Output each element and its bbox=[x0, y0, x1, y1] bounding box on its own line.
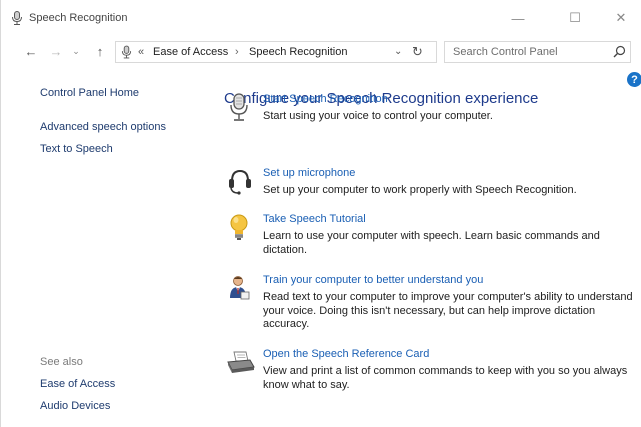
printer-icon bbox=[227, 351, 255, 373]
headset-icon bbox=[229, 169, 251, 195]
open-speech-reference-card-link[interactable]: Open the Speech Reference Card bbox=[263, 348, 429, 360]
task-description: View and print a list of common commands… bbox=[263, 365, 628, 391]
close-button[interactable]: ✕ bbox=[606, 6, 636, 30]
forward-button[interactable]: → bbox=[48, 42, 64, 60]
audio-devices-link[interactable]: Audio Devices bbox=[40, 400, 110, 412]
advanced-speech-options-link[interactable]: Advanced speech options bbox=[40, 121, 166, 133]
help-icon[interactable]: ? bbox=[627, 72, 641, 87]
window-title: Speech Recognition bbox=[29, 12, 128, 24]
title-bar: Speech Recognition — ☐ ✕ bbox=[1, 0, 641, 34]
start-speech-recognition-link[interactable]: Start Speech Recognition bbox=[263, 93, 388, 105]
breadcrumb-speech-recognition[interactable]: Speech Recognition bbox=[249, 46, 347, 58]
take-speech-tutorial-link[interactable]: Take Speech Tutorial bbox=[263, 213, 366, 225]
task-description: Learn to use your computer with speech. … bbox=[263, 230, 600, 256]
ease-of-access-link[interactable]: Ease of Access bbox=[40, 378, 115, 390]
task-description: Set up your computer to work properly wi… bbox=[263, 184, 577, 196]
breadcrumb-separator[interactable]: › bbox=[235, 46, 239, 58]
minimize-button[interactable]: — bbox=[503, 6, 533, 30]
control-panel-home-link[interactable]: Control Panel Home bbox=[40, 87, 139, 99]
set-up-microphone-link[interactable]: Set up microphone bbox=[263, 167, 355, 179]
refresh-button[interactable]: ↻ bbox=[412, 44, 423, 60]
recent-locations-button[interactable]: ⌄ bbox=[70, 42, 82, 60]
microphone-icon bbox=[230, 93, 248, 121]
address-bar[interactable]: « Ease of Access › Speech Recognition ⌄ … bbox=[115, 41, 437, 63]
microphone-icon bbox=[12, 11, 22, 25]
back-button[interactable]: ← bbox=[23, 42, 39, 60]
text-to-speech-link[interactable]: Text to Speech bbox=[40, 143, 113, 155]
search-icon[interactable] bbox=[613, 45, 626, 58]
address-dropdown-button[interactable]: ⌄ bbox=[394, 46, 402, 57]
search-input[interactable]: Search Control Panel bbox=[453, 46, 558, 58]
microphone-icon bbox=[121, 45, 132, 59]
breadcrumb-ease-of-access[interactable]: Ease of Access bbox=[153, 46, 228, 58]
train-computer-link[interactable]: Train your computer to better understand… bbox=[263, 274, 483, 286]
maximize-button[interactable]: ☐ bbox=[560, 6, 590, 30]
task-description: Read text to your computer to improve yo… bbox=[263, 291, 633, 330]
task-description: Start using your voice to control your c… bbox=[263, 110, 493, 122]
up-button[interactable]: ↑ bbox=[92, 42, 108, 60]
search-box[interactable]: Search Control Panel bbox=[444, 41, 631, 63]
navigation-bar: ← → ⌄ ↑ « Ease of Access › Speech Recogn… bbox=[1, 38, 641, 66]
see-also-heading: See also bbox=[40, 356, 83, 368]
address-overflow-button[interactable]: « bbox=[138, 46, 144, 58]
user-training-icon bbox=[230, 276, 250, 300]
control-panel-window: Speech Recognition — ☐ ✕ ← → ⌄ ↑ « Ease … bbox=[0, 0, 641, 427]
lightbulb-icon bbox=[230, 214, 248, 240]
